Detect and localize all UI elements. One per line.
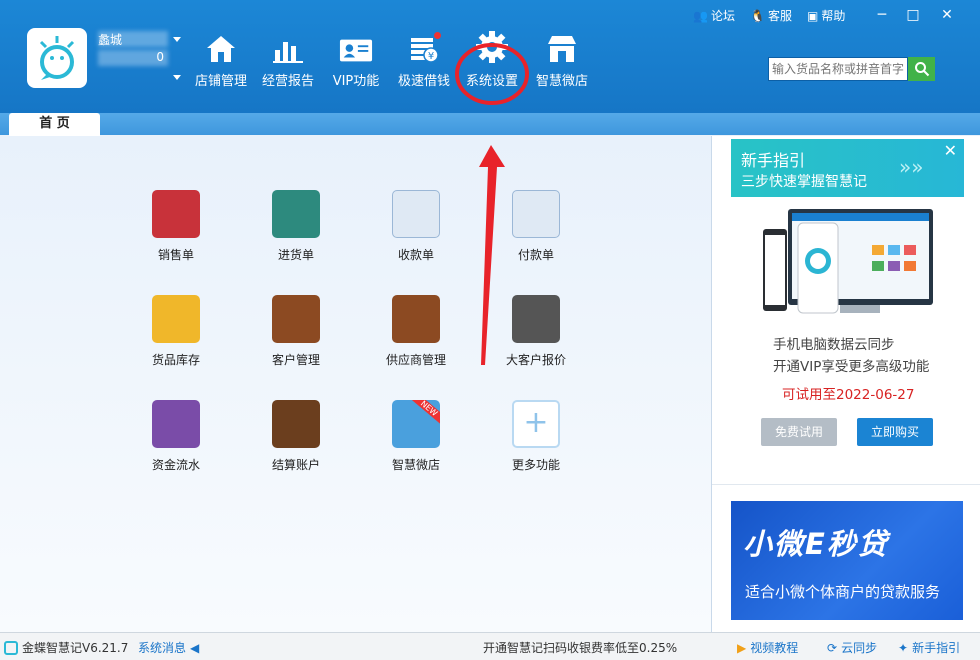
promo-line-vip: 开通VIP享受更多高级功能 xyxy=(773,359,930,375)
new-badge: NEW xyxy=(410,400,440,426)
ad-title: 小微E秒贷 xyxy=(743,527,889,561)
money-flow-icon xyxy=(152,400,200,448)
inventory-icon xyxy=(152,295,200,343)
maximize-button[interactable]: □ xyxy=(901,4,925,26)
micro-shop-icon: NEW xyxy=(392,400,440,448)
beginner-guide-banner[interactable]: 新手指引 三步快速掌握智慧记 ✕ »» xyxy=(731,139,964,197)
search-icon xyxy=(914,62,929,77)
app-purchase-order[interactable]: 进货单 xyxy=(251,190,341,263)
receipt-icon xyxy=(392,190,440,238)
customer-icon xyxy=(272,295,320,343)
app-label: 资金流水 xyxy=(151,458,200,472)
beginner-guide-link[interactable]: ✦ 新手指引 xyxy=(898,639,960,656)
buy-now-button[interactable]: 立即购买 xyxy=(857,418,933,446)
nav-business-report[interactable]: 经营报告 xyxy=(253,32,323,90)
home-panel xyxy=(0,136,711,632)
trial-expiry: 可试用至2022-06-27 xyxy=(782,387,915,403)
service-link[interactable]: 🐧 客服 xyxy=(750,7,792,24)
free-trial-button[interactable]: 免费试用 xyxy=(761,418,837,446)
vip-card-icon xyxy=(339,32,373,64)
help-link[interactable]: ▣ 帮助 xyxy=(807,7,845,24)
shop-icon xyxy=(545,32,579,64)
svg-text:¥: ¥ xyxy=(428,51,434,62)
app-label: 客户管理 xyxy=(271,353,320,367)
app-label: 更多功能 xyxy=(511,458,560,472)
guide-label: 新手指引 xyxy=(912,641,961,655)
service-icon: 🐧 xyxy=(750,8,765,23)
user-name[interactable]: 蠡城 xyxy=(98,31,176,48)
app-settlement-account[interactable]: 结算账户 xyxy=(251,400,341,473)
version-text: 金蝶智慧记V6.21.7 xyxy=(22,641,129,655)
forum-label: 论坛 xyxy=(710,9,735,23)
nav-vip[interactable]: VIP功能 xyxy=(321,32,391,90)
forum-icon: 👥 xyxy=(693,8,708,23)
loan-icon: ¥ xyxy=(407,32,441,64)
app-inventory[interactable]: 货品库存 xyxy=(131,295,221,368)
app-label: 货品库存 xyxy=(151,353,200,367)
user-dropdown-icon[interactable] xyxy=(173,37,181,42)
forum-link[interactable]: 👥 论坛 xyxy=(693,7,735,24)
chevrons-icon: »» xyxy=(899,155,924,179)
app-label: 智慧微店 xyxy=(391,458,440,472)
close-button[interactable]: ✕ xyxy=(935,4,959,26)
status-bar: 金蝶智慧记V6.21.7 系统消息 ◀ 开通智慧记扫码收银费率低至0.25% ▶ 视… xyxy=(0,632,980,660)
annotation-overlay xyxy=(455,43,529,365)
app-money-flow[interactable]: 资金流水 xyxy=(131,400,221,473)
app-small-logo-icon xyxy=(4,640,18,655)
system-message-link[interactable]: 系统消息 ◀ xyxy=(138,639,199,656)
search-button[interactable] xyxy=(908,57,935,81)
speaker-icon: ◀ xyxy=(190,640,200,655)
sales-order-icon xyxy=(152,190,200,238)
status-notice[interactable]: 开通智慧记扫码收银费率低至0.25% xyxy=(483,639,677,656)
app-micro-shop[interactable]: NEW 智慧微店 xyxy=(371,400,461,473)
user-phone[interactable]: 0 xyxy=(98,50,168,64)
app-label: 进货单 xyxy=(277,248,314,262)
cloud-label: 云同步 xyxy=(841,641,878,655)
help-label: 帮助 xyxy=(821,9,846,23)
app-label: 销售单 xyxy=(157,248,194,262)
minimize-button[interactable]: ─ xyxy=(870,4,894,26)
app-label: 结算账户 xyxy=(271,458,320,472)
sync-icon: ⟳ xyxy=(827,640,838,655)
play-icon: ▶ xyxy=(737,640,747,655)
cloud-sync-link[interactable]: ⟳ 云同步 xyxy=(827,639,877,656)
app-customer[interactable]: 客户管理 xyxy=(251,295,341,368)
account-dropdown-icon[interactable] xyxy=(173,75,181,80)
tab-home[interactable]: 首 页 xyxy=(9,113,100,136)
store-icon xyxy=(204,32,238,64)
service-label: 客服 xyxy=(767,9,792,23)
app-logo xyxy=(27,28,87,88)
app-label: 供应商管理 xyxy=(385,353,446,367)
plus-icon: + xyxy=(512,400,560,448)
guide-icon: ✦ xyxy=(898,640,909,655)
promo-line-sync: 手机电脑数据云同步 xyxy=(773,337,895,353)
nav-store-management[interactable]: 店铺管理 xyxy=(186,32,256,90)
app-sales-order[interactable]: 销售单 xyxy=(131,190,221,263)
purchase-order-icon xyxy=(272,190,320,238)
sync-devices-illustration xyxy=(763,209,933,314)
guide-subtitle: 三步快速掌握智慧记 xyxy=(741,174,867,190)
app-version: 金蝶智慧记V6.21.7 xyxy=(4,639,128,656)
divider xyxy=(712,484,980,485)
search-input[interactable] xyxy=(768,57,908,81)
app-label: 收款单 xyxy=(397,248,434,262)
app-more-features[interactable]: + 更多功能 xyxy=(491,400,581,473)
report-icon xyxy=(271,32,305,64)
nav-label: VIP功能 xyxy=(332,74,380,89)
guide-title: 新手指引 xyxy=(741,151,806,170)
loan-ad-banner[interactable]: 小微E秒贷 适合小微个体商户的贷款服务 xyxy=(731,501,963,620)
close-icon[interactable]: ✕ xyxy=(944,141,957,160)
nav-label: 店铺管理 xyxy=(194,74,247,89)
account-book-icon xyxy=(272,400,320,448)
supplier-icon xyxy=(392,295,440,343)
video-label: 视频教程 xyxy=(750,641,799,655)
user-phone-text: 0 xyxy=(156,50,164,64)
system-message-label: 系统消息 xyxy=(138,641,187,655)
ad-subtitle: 适合小微个体商户的贷款服务 xyxy=(745,583,941,601)
video-tutorial-link[interactable]: ▶ 视频教程 xyxy=(737,639,798,656)
help-icon: ▣ xyxy=(807,8,819,23)
nav-label: 经营报告 xyxy=(261,74,314,89)
